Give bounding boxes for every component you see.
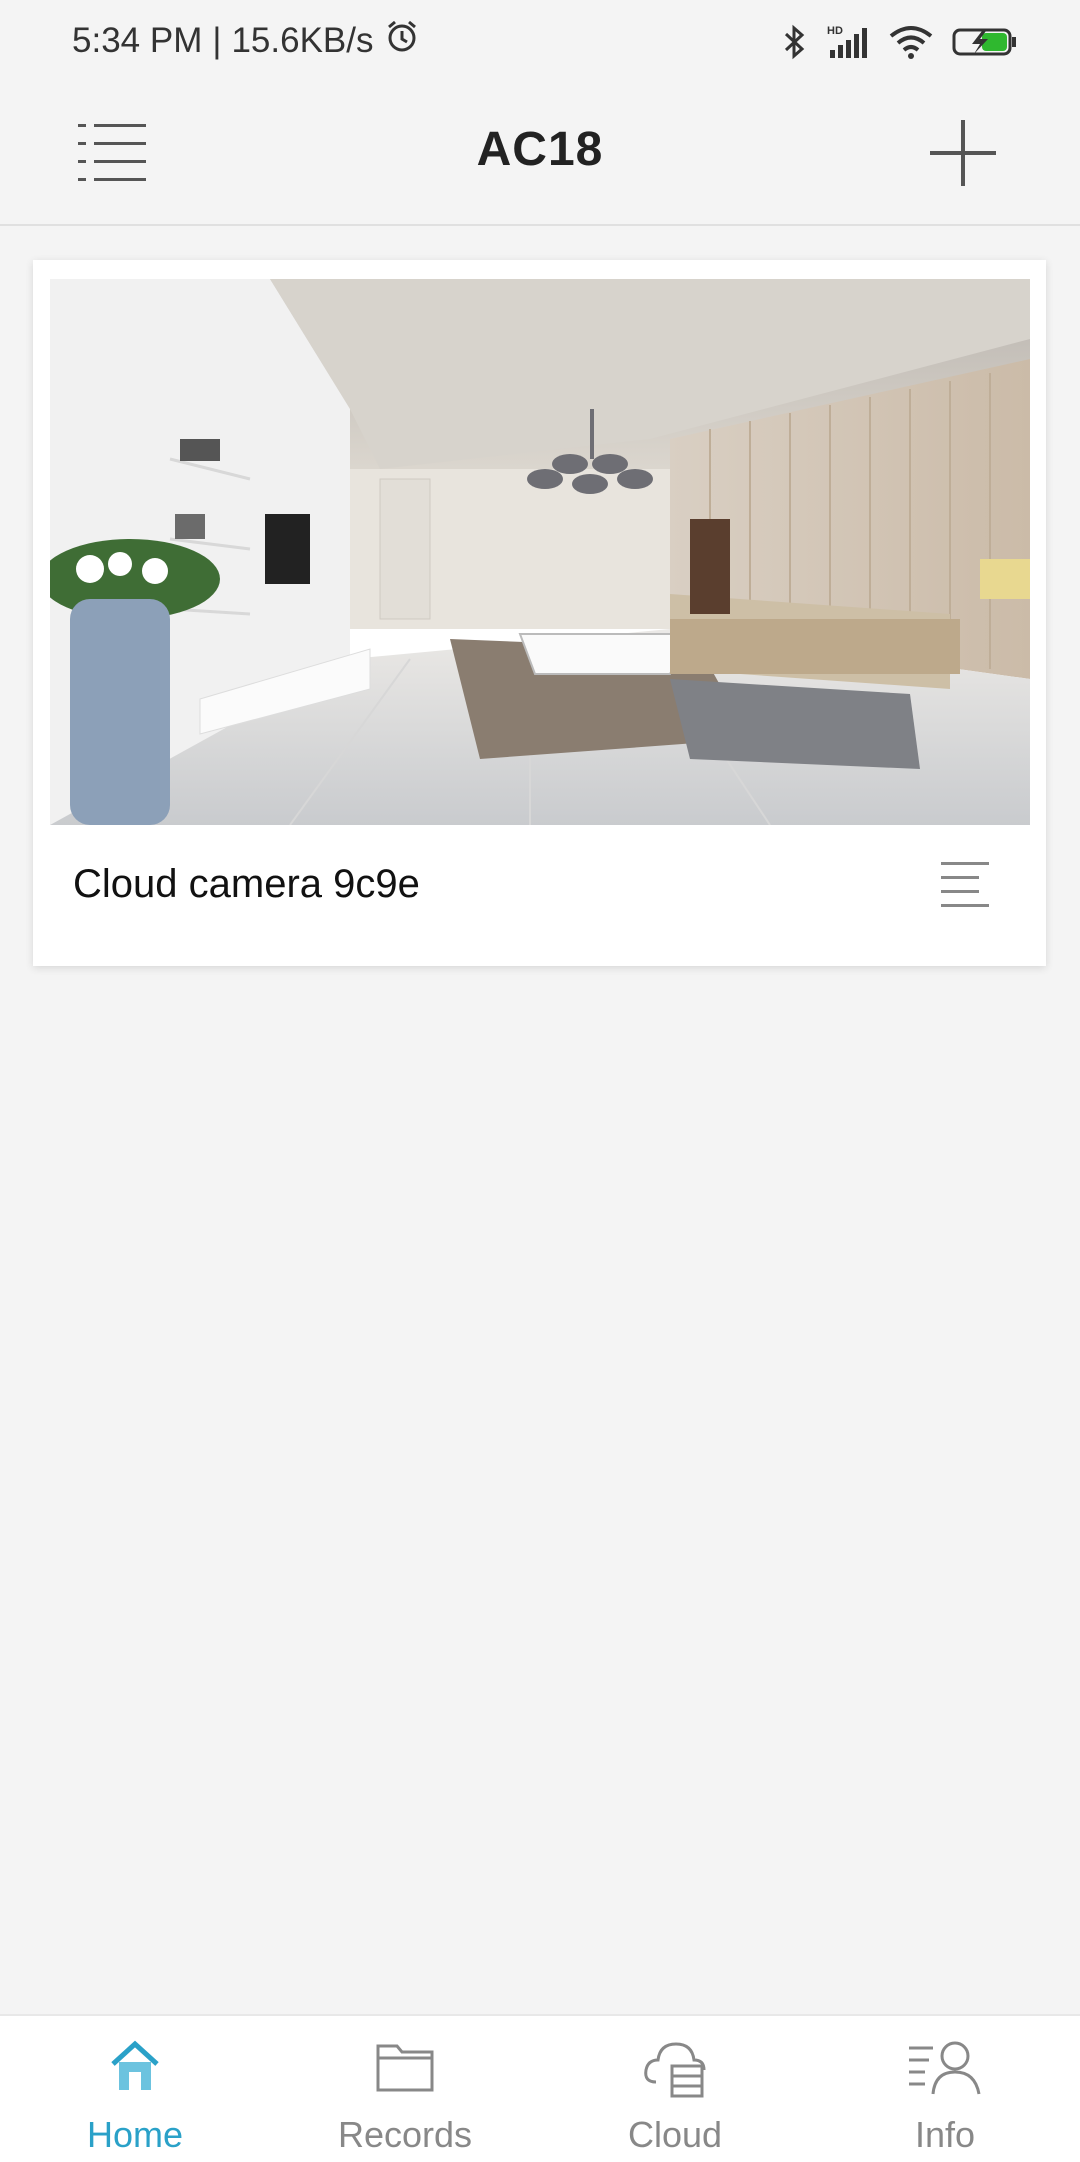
cloud-storage-icon — [644, 2042, 706, 2098]
nav-home[interactable]: Home — [0, 2016, 270, 2162]
nav-records-label: Records — [337, 2114, 473, 2155]
svg-text:HD: HD — [827, 25, 843, 37]
device-name[interactable]: Cloud camera 9c9e — [73, 862, 420, 907]
status-separator: | — [212, 20, 222, 60]
status-speed: 15.6KB/s — [231, 20, 374, 60]
nav-info-label: Info — [914, 2114, 976, 2155]
user-info-icon — [909, 2041, 981, 2095]
nav-cloud-label: Cloud — [627, 2114, 723, 2155]
nav-cloud[interactable]: Cloud — [540, 2016, 810, 2162]
status-left: 5:34 PM | 15.6KB/s — [72, 18, 420, 63]
plus-icon — [930, 120, 996, 186]
add-device-button[interactable] — [928, 118, 998, 188]
hd-signal-icon: HD — [826, 24, 870, 65]
status-right: HD — [782, 24, 1018, 65]
device-card[interactable]: Cloud camera 9c9e — [33, 260, 1046, 966]
device-thumbnail[interactable] — [50, 279, 1030, 825]
nav-home-label: Home — [86, 2114, 184, 2155]
device-menu-button[interactable] — [937, 856, 993, 912]
nav-info[interactable]: Info — [810, 2016, 1080, 2162]
app-header: AC18 — [0, 78, 1080, 226]
living-room-preview-image — [50, 279, 1030, 825]
wifi-icon — [888, 24, 934, 65]
battery-charging-icon — [952, 24, 1018, 65]
nav-records[interactable]: Records — [270, 2016, 540, 2162]
more-menu-icon — [941, 862, 989, 907]
home-icon — [111, 2040, 159, 2090]
folder-icon — [376, 2044, 434, 2092]
status-time: 5:34 PM — [72, 20, 203, 60]
alarm-icon — [384, 18, 420, 63]
status-bar: 5:34 PM | 15.6KB/s HD — [0, 0, 1080, 78]
page-title: AC18 — [476, 123, 604, 176]
bluetooth-icon — [782, 24, 808, 65]
bottom-nav: Home Records Cloud Info — [0, 2014, 1080, 2162]
